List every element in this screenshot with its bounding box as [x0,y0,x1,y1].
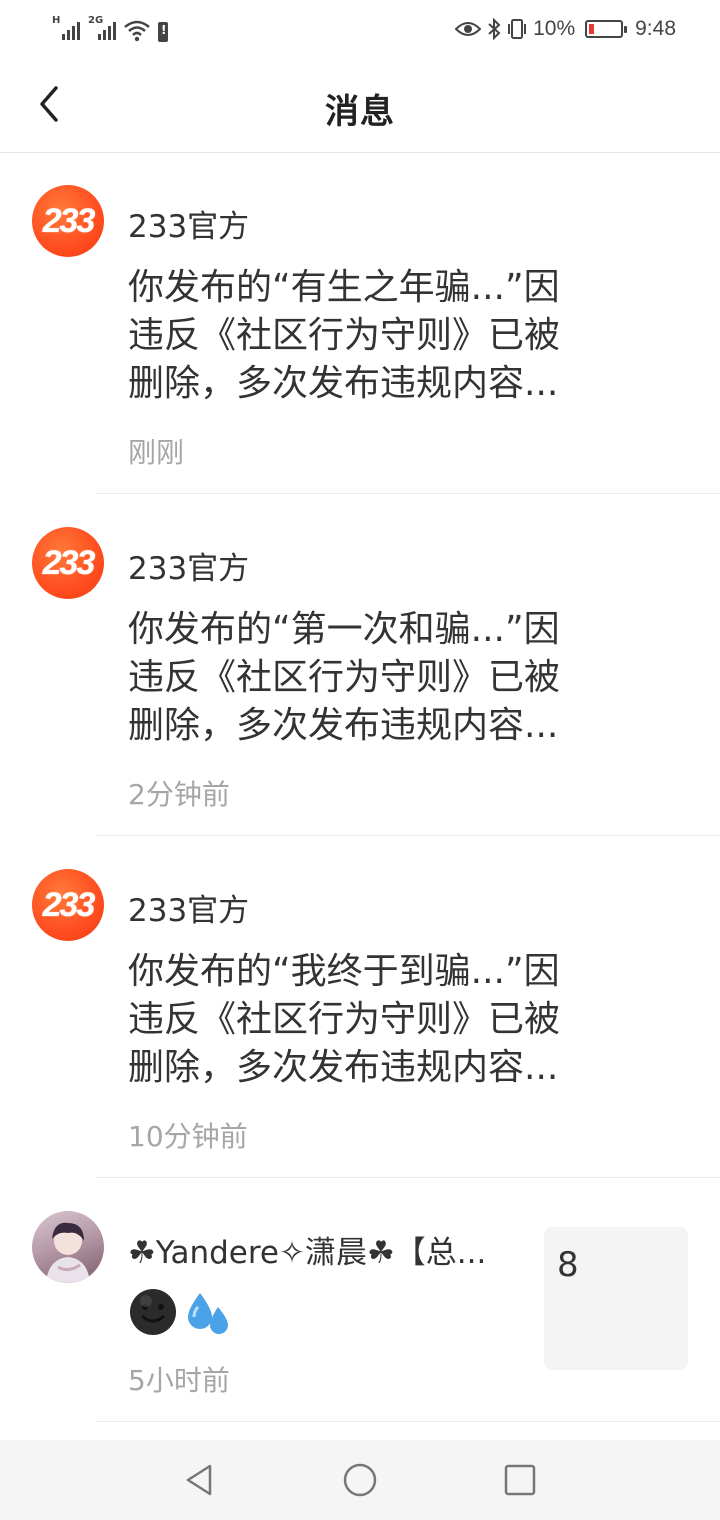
message-line: 违反《社区行为守则》已被 [128,315,561,356]
message-line: 违反《社区行为守则》已被 [128,657,561,698]
nav-recents-icon[interactable] [502,1462,538,1498]
battery-icon [585,20,628,38]
sender-name: 233官方 [128,209,250,245]
battery-percent: 10% [533,17,576,40]
message-line: 删除，多次发布违规内容... [128,363,559,404]
sender-name: 233官方 [128,893,250,929]
avatar-logo-text: 233 [42,885,96,924]
network-type-label: H [52,15,61,26]
sweat-droplets-icon [188,1293,228,1334]
avatar[interactable]: 233 [32,527,104,599]
avatar[interactable]: 233 [32,185,104,257]
avatar[interactable]: 233 [32,869,104,941]
message-content: 你发布的“第一次和骗...”因 违反《社区行为守则》已被 删除，多次发布违规内容… [128,606,638,750]
signal-icon-sim2: 2G [88,16,116,42]
clock: 9:48 [635,17,676,40]
message-item[interactable]: 233 233官方 你发布的“我终于到骗...”因 违反《社区行为守则》已被 删… [0,837,720,1179]
message-line: 违反《社区行为守则》已被 [128,999,561,1040]
message-item[interactable]: 233 233官方 你发布的“有生之年骗...”因 违反《社区行为守则》已被 删… [0,153,720,495]
message-line: 删除，多次发布违规内容... [128,705,559,746]
message-line: 删除，多次发布违规内容... [128,1047,559,1088]
message-content: 你发布的“我终于到骗...”因 违反《社区行为守则》已被 删除，多次发布违规内容… [128,948,638,1092]
smiling-face-icon [130,1289,176,1335]
bluetooth-icon [488,18,501,40]
message-content: 你发布的“有生之年骗...”因 违反《社区行为守则》已被 删除，多次发布违规内容… [128,264,638,408]
thumbnail-text: 8 [557,1245,579,1285]
wifi-icon [124,20,150,42]
avatar[interactable] [32,1211,104,1283]
avatar-logo-text: 233 [42,201,96,240]
message-time: 10分钟前 [128,1120,248,1153]
message-item[interactable]: ☘Yandere✧潇晨☘【总... 5小时前 8 [0,1179,720,1423]
alert-icon [158,22,168,42]
signal-icon-sim1: H [52,16,80,42]
sender-name: 233官方 [128,551,250,587]
message-time: 刚刚 [128,436,185,469]
nav-back-icon[interactable] [182,1462,218,1498]
message-line: 你发布的“有生之年骗...”因 [128,267,560,308]
eye-comfort-icon [455,22,482,36]
page-title: 消息 [325,92,395,132]
divider [96,493,720,494]
message-line: 你发布的“我终于到骗...”因 [128,951,560,992]
status-bar: H 2G 10% 9:48 [0,0,720,56]
divider [96,835,720,836]
divider [96,1421,720,1422]
message-time: 5小时前 [128,1364,230,1397]
message-line: 你发布的“第一次和骗...”因 [128,609,560,650]
user-avatar-image [46,1222,90,1283]
header: 消息 [0,56,720,153]
system-nav-bar [0,1440,720,1520]
nav-home-icon[interactable] [342,1462,378,1498]
avatar-logo-text: 233 [42,543,96,582]
divider [96,1177,720,1178]
vibrate-icon [508,19,527,39]
message-item[interactable]: 233 233官方 你发布的“第一次和骗...”因 违反《社区行为守则》已被 删… [0,495,720,837]
message-time: 2分钟前 [128,778,230,811]
status-left: H 2G [52,14,168,42]
post-thumbnail[interactable]: 8 [544,1227,688,1370]
sender-name: ☘Yandere✧潇晨☘【总... [128,1235,487,1271]
emoji-content [128,1287,232,1337]
status-right: 10% 9:48 [455,14,676,44]
